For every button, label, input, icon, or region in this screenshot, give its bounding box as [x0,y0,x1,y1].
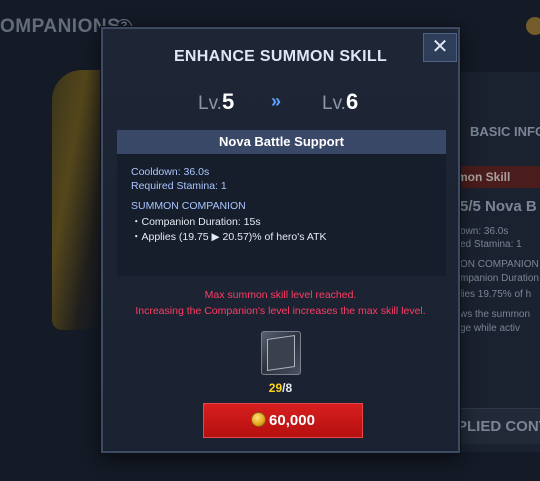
gold-coin-icon [251,412,267,428]
background-line: mpanion Duration [460,273,539,284]
cost-amount: 60,000 [269,412,315,429]
current-level: Lv.5 [198,89,234,115]
skill-info-box: Cooldown: 36.0s Required Stamina: 1 SUMM… [117,154,446,276]
background-line: own: 36.0s [460,226,509,237]
enhance-skill-dialog: ENHANCE SUMMON SKILL ✕ Lv.5 » Lv.6 Nova … [101,27,460,453]
background-basic-info-tab: BASIC INFO [470,124,540,139]
background-applied-label: PLIED CONT [457,418,540,435]
background-line: ws the summon [460,309,531,320]
dialog-title: ENHANCE SUMMON SKILL [173,48,388,65]
max-level-hint: Increasing the Companion's level increas… [135,305,426,317]
effect-line: ・Companion Duration: 15s [131,216,261,228]
card-emblem [267,335,295,371]
skill-name: Nova Battle Support [117,130,446,154]
next-level: Lv.6 [322,89,358,115]
level-prefix: Lv. [198,93,222,114]
companion-card-icon [261,331,301,375]
level-change: Lv.5 » Lv.6 [103,89,458,119]
level-prefix: Lv. [322,93,346,114]
background-line: ge while activ [460,323,521,334]
close-icon: ✕ [431,36,449,58]
background-skill-header: mon Skill [457,170,511,184]
close-button[interactable]: ✕ [423,33,457,62]
double-chevron-right-icon: » [271,91,282,111]
background-line: ON COMPANION [460,259,539,270]
section-title: SUMMON COMPANION [131,200,246,212]
material-owned: 29 [268,381,283,395]
material-count: 29/8 [103,381,458,395]
background-line: ed Stamina: 1 [460,239,522,250]
cooldown-text: Cooldown: 36.0s [131,166,210,178]
next-level-number: 6 [345,89,359,114]
current-level-number: 5 [221,89,235,114]
material-required: 8 [285,381,293,395]
effect-line: ・Applies (19.75 ▶ 20.57)% of hero's ATK [131,231,327,243]
background-line: lies 19.75% of h [460,289,532,300]
currency-icon [526,17,540,35]
max-level-message: Max summon skill level reached. [204,289,357,301]
background-skill-level: 5/5 Nova B [460,198,537,215]
enhance-cost-button[interactable]: 60,000 [203,403,363,438]
stamina-text: Required Stamina: 1 [131,180,227,192]
